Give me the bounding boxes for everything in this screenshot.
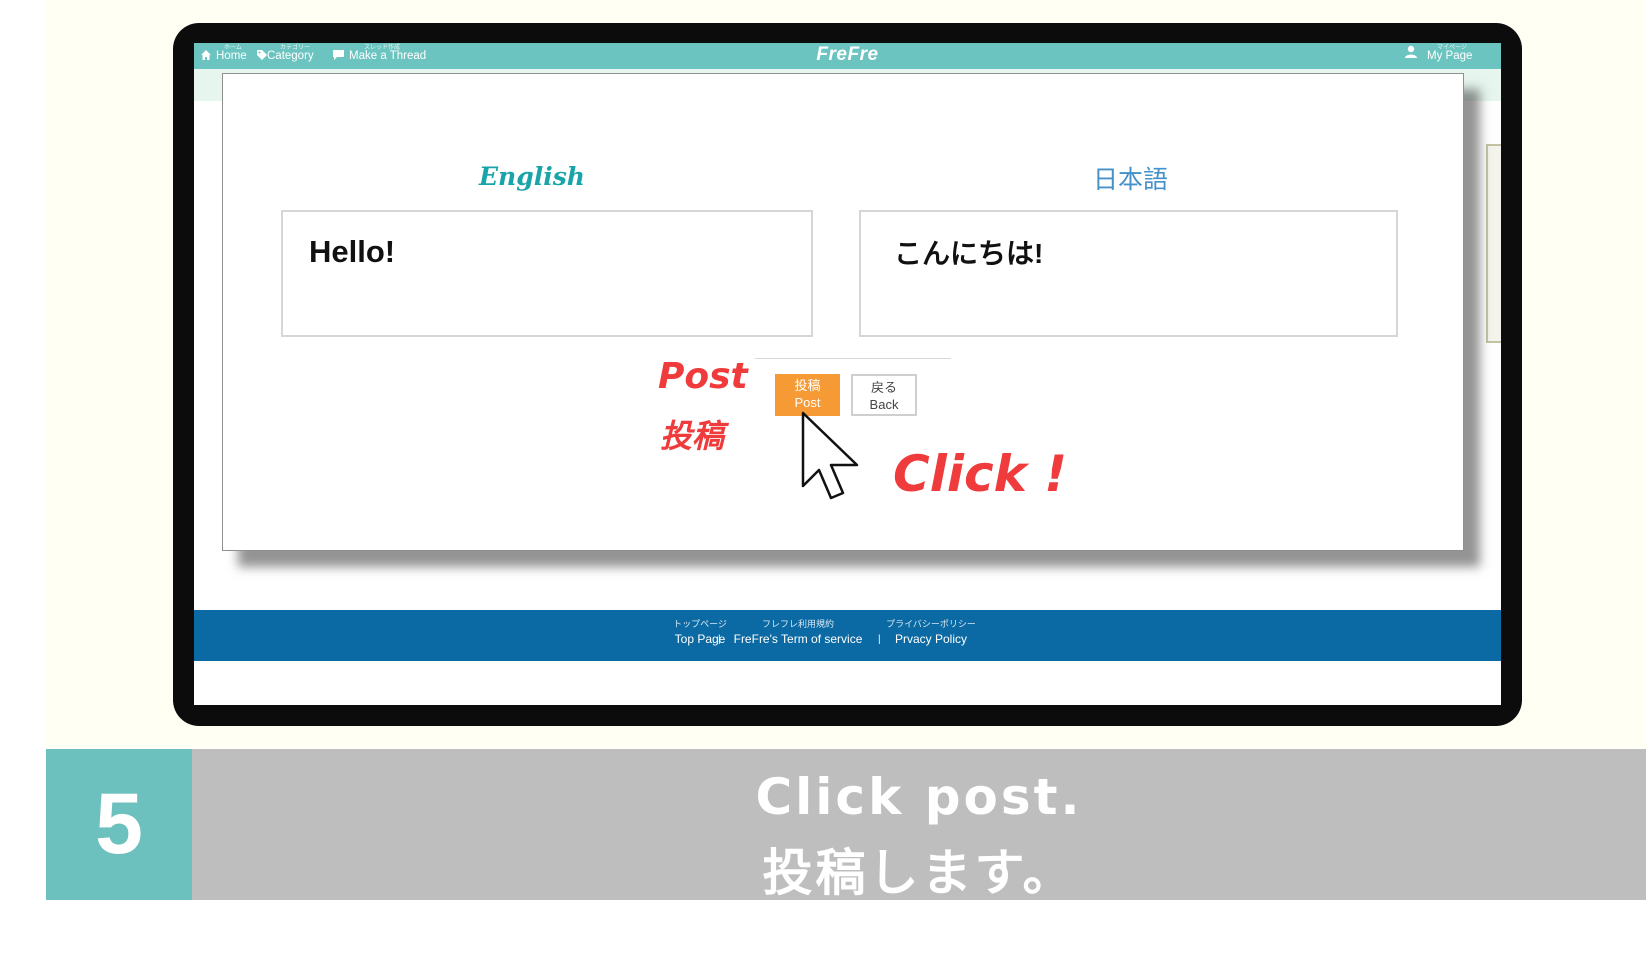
japanese-text-value: こんにちは!: [894, 238, 1044, 269]
app-logo[interactable]: FreFre: [194, 44, 1501, 66]
caption-line-jp: 投稿します。: [762, 844, 1076, 902]
annotation-post-en: Post: [658, 356, 748, 397]
back-button-en-label: Back: [869, 397, 899, 412]
footer-link-privacy[interactable]: プライバシーポリシー Prvacy Policy: [876, 618, 986, 647]
caption-line-en: Click post.: [755, 768, 1083, 826]
back-button-jp-label: 戻る: [870, 380, 897, 395]
top-navbar: ホーム Home カテゴリー Category スレッド作成 Make a Th…: [194, 43, 1501, 69]
japanese-heading: 日本語: [1093, 166, 1169, 194]
post-button-en-label: Post: [794, 395, 821, 410]
footer-link-terms[interactable]: フレフレ利用規約 FreFre's Term of service: [728, 618, 868, 647]
post-button-jp-label: 投稿: [794, 378, 821, 393]
english-text-field[interactable]: Hello!: [281, 210, 813, 337]
footer-privacy-label: Prvacy Policy: [894, 632, 968, 646]
mouse-pointer-icon: [801, 411, 859, 500]
footer-terms-sub: フレフレ利用規約: [761, 619, 834, 629]
english-heading: English: [479, 162, 585, 191]
footer-terms-label: FreFre's Term of service: [733, 632, 863, 646]
caption-bar: Click post. 投稿します。: [192, 749, 1646, 902]
english-text-value: Hello!: [309, 234, 396, 269]
annotation-post-jp: 投稿: [660, 417, 725, 455]
footer-privacy-sub: プライバシーポリシー: [886, 619, 976, 629]
divider: [755, 358, 951, 359]
footer-separator: |: [718, 634, 721, 645]
footer: トップページ Top Page | フレフレ利用規約 FreFre's Term…: [194, 610, 1501, 661]
app-screen: ホーム Home カテゴリー Category スレッド作成 Make a Th…: [194, 43, 1501, 705]
annotation-click: Click !: [893, 445, 1068, 503]
step-number-badge: 5: [46, 749, 192, 900]
nav-mypage-label: My Page: [1427, 50, 1473, 62]
user-icon: [1405, 45, 1417, 58]
background-side-panel: [1486, 144, 1501, 343]
japanese-text-field[interactable]: こんにちは!: [859, 210, 1398, 337]
